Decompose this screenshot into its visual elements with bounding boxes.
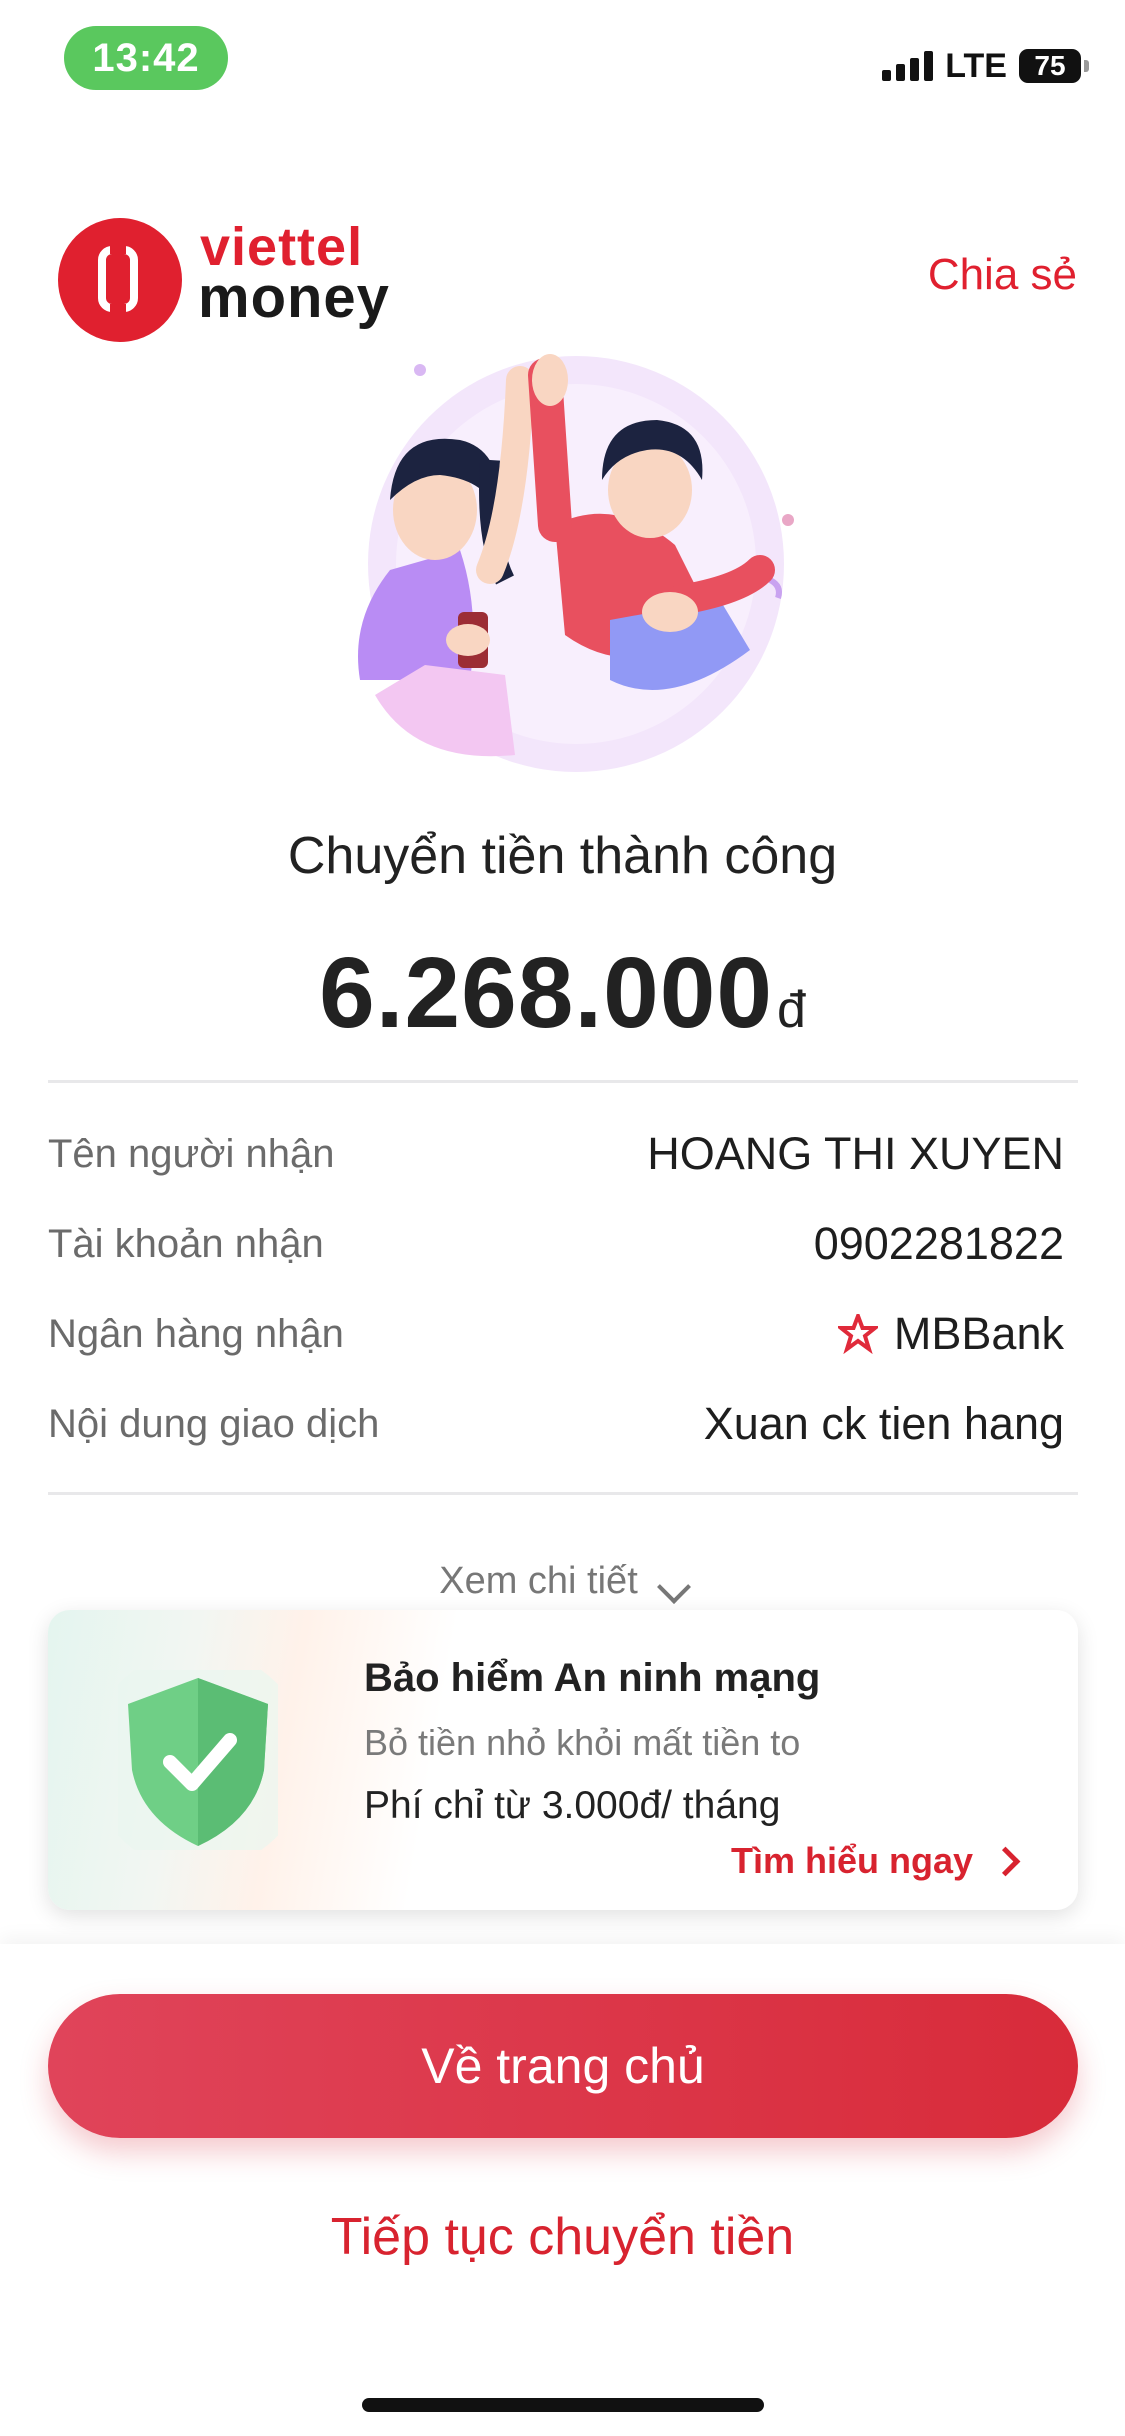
continue-transfer-button[interactable]: Tiếp tục chuyển tiền	[0, 2202, 1125, 2272]
home-indicator	[362, 2398, 764, 2412]
high-five-illustration	[358, 354, 794, 772]
share-button[interactable]: Chia sẻ	[928, 250, 1077, 300]
view-detail-button[interactable]: Xem chi tiết	[0, 1560, 1125, 1604]
view-detail-label: Xem chi tiết	[439, 1560, 638, 1602]
detail-label: Nội dung giao dịch	[48, 1401, 380, 1446]
detail-label: Tài khoản nhận	[48, 1221, 324, 1266]
home-button[interactable]: Về trang chủ	[48, 1994, 1078, 2138]
bank-name: MBBank	[893, 1308, 1064, 1359]
learn-more-label: Tìm hiểu ngay	[730, 1840, 973, 1881]
detail-value-bank: MBBank	[837, 1308, 1064, 1360]
amount-currency: đ	[776, 981, 806, 1039]
success-title: Chuyển tiền thành công	[287, 827, 838, 885]
promo-fee: Phí chỉ từ 3.000đ/ tháng	[364, 1784, 781, 1827]
logo-text-money: money	[198, 265, 390, 330]
status-icons: LTE 75	[882, 46, 1089, 86]
mbbank-logo-icon	[837, 1314, 878, 1354]
detail-value: 0902281822	[813, 1218, 1064, 1269]
amount-value: 6.268.000	[319, 937, 773, 1049]
transfer-amount: 6.268.000đ	[0, 936, 1125, 1051]
detail-row-recipient-name: Tên người nhận HOANG THI XUYEN	[48, 1124, 1064, 1184]
signal-icon	[882, 51, 934, 81]
detail-label: Ngân hàng nhận	[48, 1311, 344, 1356]
chevron-right-icon	[990, 1846, 1021, 1876]
promo-subtitle: Bỏ tiền nhỏ khỏi mất tiền to	[364, 1722, 801, 1763]
divider-bottom	[48, 1492, 1078, 1495]
detail-row-account: Tài khoản nhận 0902281822	[48, 1214, 1064, 1274]
battery-icon: 75	[1019, 49, 1089, 83]
promo-title: Bảo hiểm An ninh mạng	[364, 1656, 821, 1700]
detail-row-content: Nội dung giao dịch Xuan ck tien hang	[48, 1394, 1064, 1454]
detail-label: Tên người nhận	[48, 1131, 335, 1176]
learn-more-link[interactable]: Tìm hiểu ngay	[730, 1840, 1021, 1882]
insurance-promo-card[interactable]: Bảo hiểm An ninh mạng Bỏ tiền nhỏ khỏi m…	[48, 1610, 1078, 1910]
viettel-money-logo-icon	[58, 218, 182, 342]
divider-top	[48, 1080, 1078, 1083]
shield-check-icon	[118, 1670, 278, 1850]
network-type: LTE	[945, 46, 1007, 85]
chevron-down-icon	[656, 1570, 691, 1604]
status-time: 13:42	[64, 26, 228, 90]
detail-row-bank: Ngân hàng nhận MBBank	[48, 1304, 1064, 1364]
detail-value: Xuan ck tien hang	[703, 1398, 1064, 1449]
detail-value: HOANG THI XUYEN	[647, 1128, 1064, 1179]
